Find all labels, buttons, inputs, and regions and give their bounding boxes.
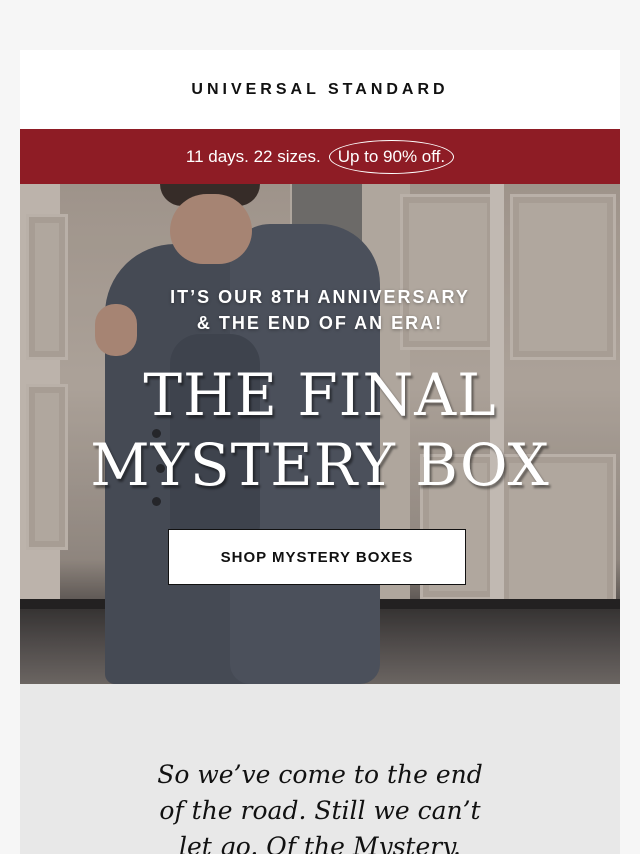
email-container: UNIVERSAL STANDARD 11 days. 22 sizes. Up… [20, 50, 620, 854]
hero-banner[interactable]: IT’S OUR 8TH ANNIVERSARY & THE END OF AN… [20, 184, 620, 684]
hero-headline: THE FINAL MYSTERY BOX [20, 360, 620, 500]
headline-line-1: THE FINAL [143, 361, 497, 429]
promo-bar[interactable]: 11 days. 22 sizes. Up to 90% off. [20, 129, 620, 184]
body-copy-line-3: let go. Of the Mystery. [179, 832, 461, 854]
eyebrow-line-1: IT’S OUR 8TH ANNIVERSARY [170, 287, 470, 307]
headline-line-2: MYSTERY BOX [90, 431, 550, 499]
body-copy-line-1: So we’ve come to the end [157, 760, 483, 789]
promo-text: 11 days. 22 sizes. [185, 146, 321, 166]
eyebrow-line-2: & THE END OF AN ERA! [196, 313, 444, 333]
promo-discount-circled: Up to 90% off. [328, 139, 455, 174]
body-copy: So we’ve come to the end of the road. St… [140, 757, 500, 854]
email-header: UNIVERSAL STANDARD [20, 50, 620, 129]
brand-logo[interactable]: UNIVERSAL STANDARD [191, 81, 448, 99]
hero-eyebrow: IT’S OUR 8TH ANNIVERSARY & THE END OF AN… [20, 284, 620, 336]
body-copy-line-2: of the road. Still we can’t [159, 796, 481, 825]
body-copy-section: So we’ve come to the end of the road. St… [20, 684, 620, 854]
shop-mystery-boxes-button[interactable]: SHOP MYSTERY BOXES [168, 529, 466, 585]
